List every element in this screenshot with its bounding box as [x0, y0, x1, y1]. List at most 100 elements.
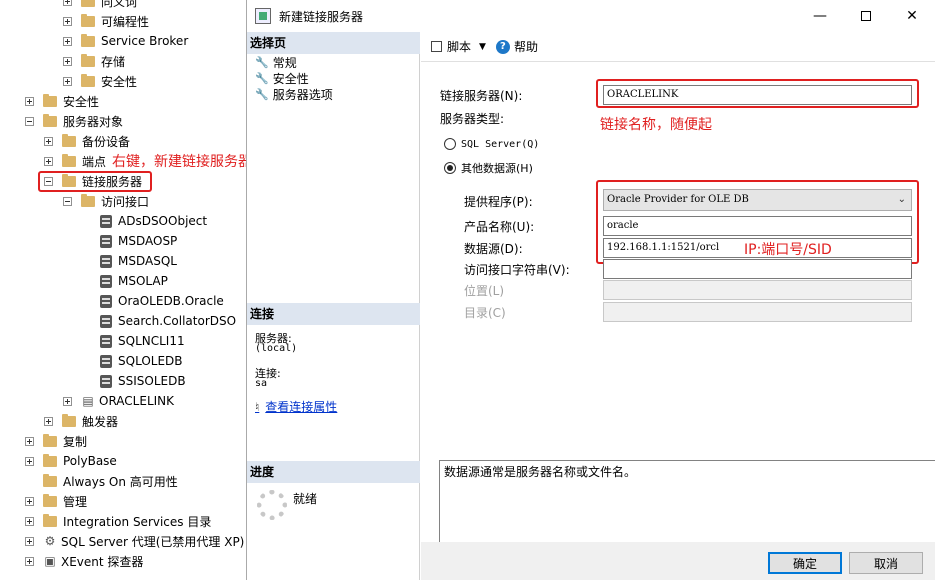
tree-item[interactable]: SQLNCLI11	[82, 331, 185, 351]
linked-server-label: 链接服务器(N):	[440, 89, 523, 103]
expand-icon[interactable]	[25, 536, 34, 546]
expand-icon[interactable]	[63, 56, 72, 66]
progress-header: 进度	[247, 461, 420, 483]
radio-sql-server-label: SQL Server(Q)	[461, 138, 540, 150]
folder-icon	[81, 53, 95, 67]
connection-header: 连接	[247, 303, 420, 325]
tree-item[interactable]: ▣ XEvent 探查器	[25, 551, 143, 571]
folder-icon	[62, 133, 76, 147]
tree-item[interactable]: Integration Services 目录	[25, 511, 211, 531]
wrench-icon: 🔧	[255, 87, 269, 101]
expand-icon[interactable]	[25, 496, 34, 506]
progress-spinner-icon	[257, 490, 287, 520]
page-server-options[interactable]: 🔧 服务器选项	[255, 86, 333, 102]
expand-icon[interactable]	[63, 16, 72, 26]
provider-icon	[100, 314, 112, 328]
folder-icon	[43, 473, 57, 487]
tree-item-label: 复制	[63, 434, 88, 449]
tree-item[interactable]: 复制	[25, 431, 87, 451]
tree-item[interactable]: Service Broker	[63, 31, 188, 51]
tree-item[interactable]: MSDAOSP	[82, 231, 177, 251]
tree-item-label: PolyBase	[63, 454, 117, 468]
tree-item[interactable]: 安全性	[63, 71, 137, 91]
expand-icon[interactable]	[44, 136, 53, 146]
tree-item[interactable]: ⚙ SQL Server 代理(已禁用代理 XP)	[25, 531, 244, 551]
linked-server-icon: ▤	[82, 394, 94, 408]
maximize-button[interactable]	[843, 0, 889, 32]
expand-icon[interactable]	[63, 396, 72, 406]
new-linked-server-dialog: 新建链接服务器 — ✕ 选择页 🔧 常规 🔧 安全性 🔧 服务器选项 连接 服务…	[246, 0, 935, 580]
tree-item[interactable]: SQLOLEDB	[82, 351, 183, 371]
chevron-down-icon: ▼	[479, 41, 486, 52]
script-button[interactable]: 脚本 ▼	[431, 38, 486, 55]
tree-item[interactable]: 触发器	[44, 411, 118, 431]
tree-item-label: Search.CollatorDSO	[118, 314, 237, 328]
description-text: 数据源通常是服务器名称或文件名。	[444, 465, 637, 479]
description-box: 数据源通常是服务器名称或文件名。	[439, 460, 935, 544]
tree-item[interactable]: OraOLEDB.Oracle	[82, 291, 224, 311]
tree-item[interactable]: MSDASQL	[82, 251, 177, 271]
tree-item[interactable]: 同义词	[63, 0, 137, 11]
location-label: 位置(L)	[464, 284, 505, 298]
tree-item-label: 管理	[63, 494, 88, 509]
page-general[interactable]: 🔧 常规	[255, 54, 297, 70]
ok-button[interactable]: 确定	[768, 552, 842, 574]
expand-icon[interactable]	[63, 76, 72, 86]
minimize-button[interactable]: —	[797, 0, 843, 32]
expand-icon[interactable]	[25, 436, 34, 446]
expand-icon[interactable]	[63, 36, 72, 46]
product-name-input[interactable]: oracle	[603, 216, 912, 236]
page-security[interactable]: 🔧 安全性	[255, 70, 309, 86]
tree-item[interactable]: 访问接口	[63, 191, 149, 211]
folder-icon	[81, 73, 95, 87]
tree-item[interactable]: 可编程性	[63, 11, 149, 31]
tree-item-label: OraOLEDB.Oracle	[118, 294, 224, 308]
tree-item[interactable]: ▤ ORACLELINK	[63, 391, 174, 411]
expand-icon[interactable]	[25, 556, 34, 566]
expand-icon[interactable]	[25, 96, 34, 106]
tree-item[interactable]: 存储	[63, 51, 125, 71]
radio-sql-server[interactable]: SQL Server(Q)	[444, 138, 539, 150]
radio-other-data-source[interactable]: 其他数据源(H)	[444, 160, 533, 176]
tree-item[interactable]: PolyBase	[25, 451, 117, 471]
tree-item-label: XEvent 探查器	[61, 554, 144, 569]
close-button[interactable]: ✕	[889, 0, 935, 32]
page-security-label: 安全性	[272, 71, 309, 86]
expand-icon[interactable]	[44, 156, 53, 166]
provider-icon	[100, 274, 112, 288]
provider-string-input[interactable]	[603, 259, 912, 279]
expand-icon[interactable]	[25, 516, 34, 526]
collapse-icon[interactable]	[25, 116, 34, 126]
expand-icon[interactable]	[44, 416, 53, 426]
tree-annotation-note: 右键，新建链接服务器	[112, 154, 252, 170]
tree-item[interactable]: ADsDSOObject	[82, 211, 207, 231]
tree-item[interactable]: MSOLAP	[82, 271, 168, 291]
expand-icon[interactable]	[63, 0, 72, 6]
collapse-icon[interactable]	[63, 196, 72, 206]
tree-item[interactable]: 安全性	[25, 91, 99, 111]
dialog-button-bar: 确定 取消	[421, 542, 935, 580]
tree-item-label: SSISOLEDB	[118, 374, 186, 388]
radio-sql-server-circle	[444, 138, 456, 150]
tree-item[interactable]: 端点	[44, 151, 106, 171]
tree-item[interactable]: 服务器对象	[25, 111, 123, 131]
tree-item[interactable]: Always On 高可用性	[25, 471, 178, 491]
expand-icon[interactable]	[25, 456, 34, 466]
tree-item[interactable]: Search.CollatorDSO	[82, 311, 236, 331]
tree-item-label: ORACLELINK	[99, 394, 175, 408]
dialog-toolbar: 脚本 ▼ ? 帮助	[421, 32, 935, 62]
tree-item[interactable]: SSISOLEDB	[82, 371, 186, 391]
tree-item[interactable]: 管理	[25, 491, 87, 511]
tree-item-label: Always On 高可用性	[63, 474, 178, 489]
help-button[interactable]: ? 帮助	[495, 38, 538, 55]
script-icon	[431, 41, 442, 52]
wrench-icon: 🔧	[255, 55, 269, 69]
provider-select[interactable]: Oracle Provider for OLE DB ⌄	[603, 189, 912, 211]
server-value: (local)	[255, 343, 298, 354]
view-connection-properties-link[interactable]: ♮ 查看连接属性	[255, 398, 337, 415]
provider-icon	[100, 334, 112, 348]
maximize-icon	[861, 11, 871, 21]
cancel-button[interactable]: 取消	[849, 552, 923, 574]
tree-item[interactable]: 备份设备	[44, 131, 130, 151]
tree-item-label: SQLOLEDB	[118, 354, 183, 368]
